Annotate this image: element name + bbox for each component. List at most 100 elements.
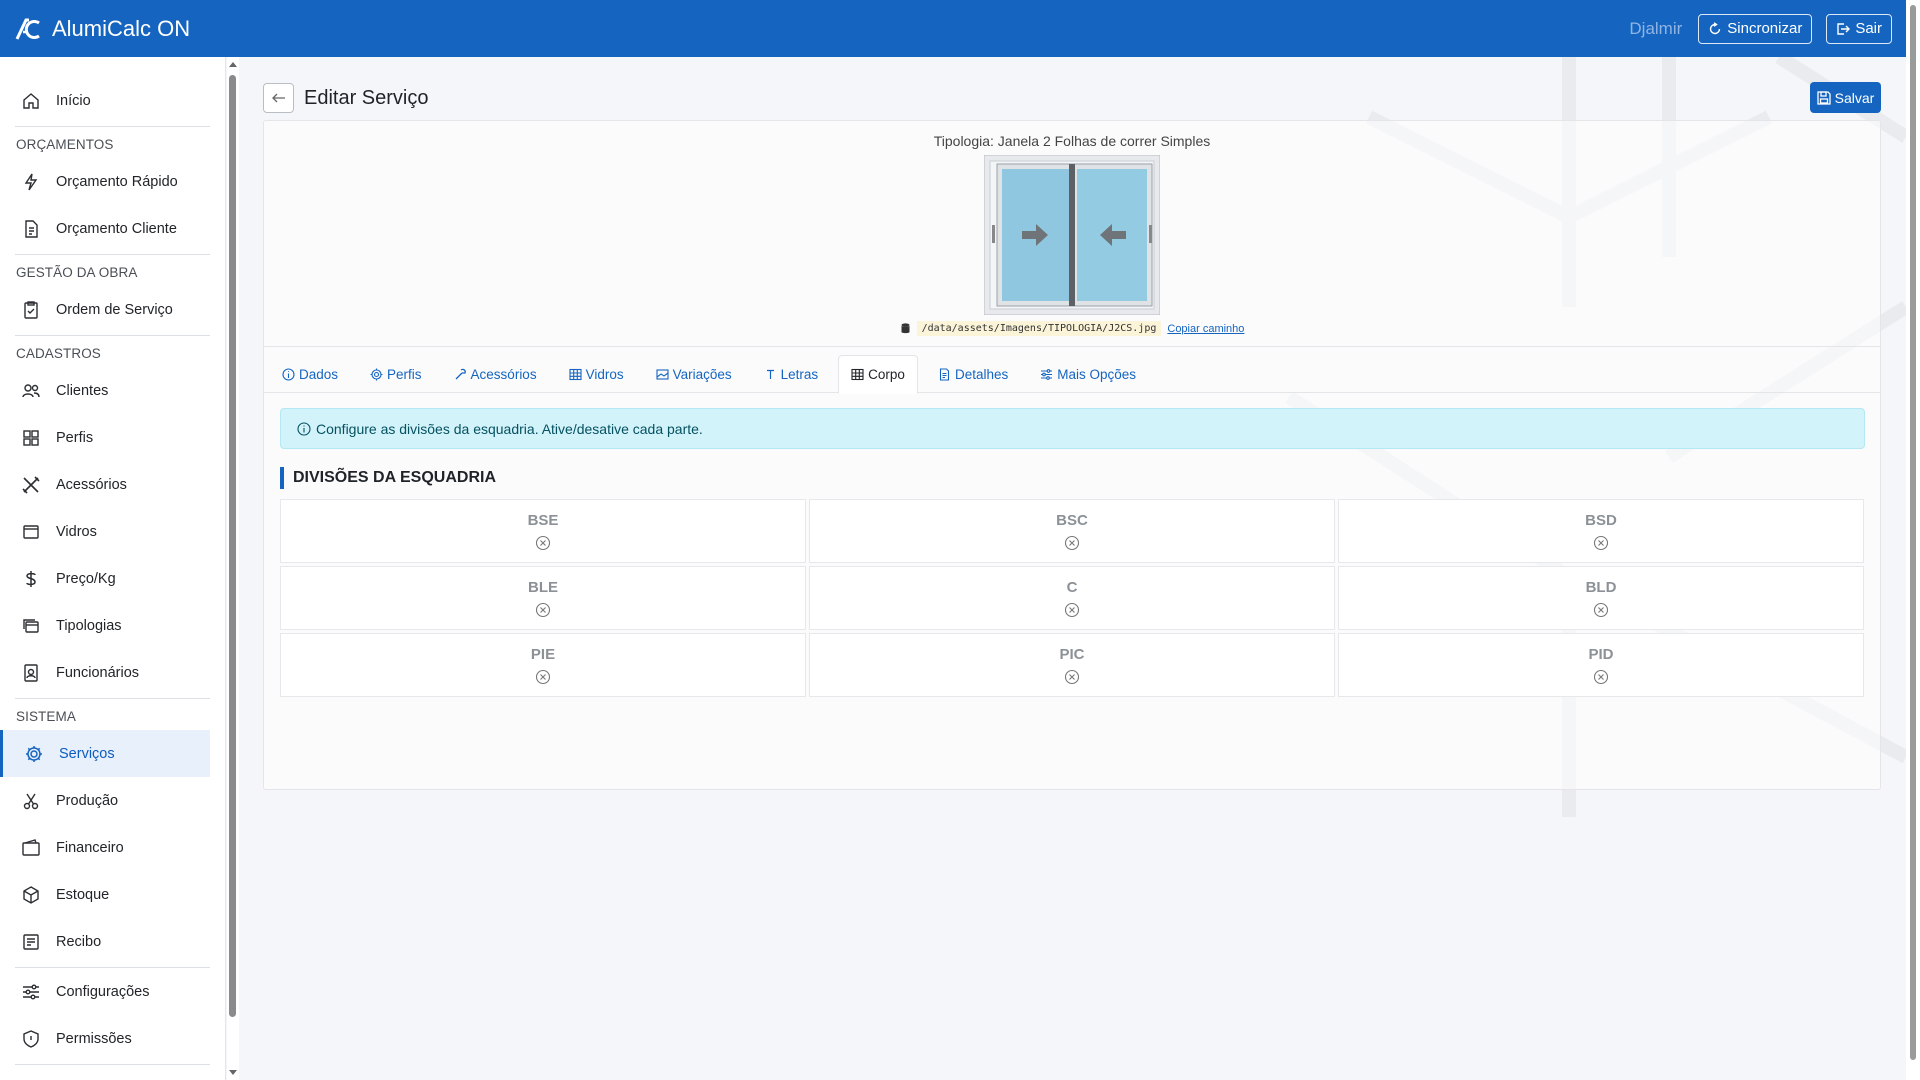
division-cell-bse[interactable]: BSE — [280, 499, 806, 563]
sidebar: Início ORÇAMENTOS Orçamento Rápido Orçam… — [0, 57, 226, 1080]
division-label: PIE — [530, 645, 556, 663]
sidebar-item-recibo[interactable]: Recibo — [0, 918, 210, 965]
page-scrollbar[interactable] — [1906, 0, 1920, 1080]
x-circle-icon — [1593, 602, 1609, 617]
sidebar-item-label: Permissões — [56, 1030, 132, 1047]
back-button[interactable] — [263, 83, 294, 113]
app-title: AlumiCalc ON — [52, 15, 191, 41]
info-text: Configure as divisões da esquadria. Ativ… — [316, 420, 703, 437]
scroll-up-arrow-icon[interactable] — [229, 62, 237, 67]
window-icon — [23, 524, 39, 539]
sidebar-item-ordem-servico[interactable]: Ordem de Serviço — [0, 286, 210, 333]
division-cell-pic[interactable]: PIC — [809, 633, 1335, 697]
sidebar-item-vidros[interactable]: Vidros — [0, 508, 210, 555]
tipologia-preview: Tipologia: Janela 2 Folhas de correr Sim… — [264, 121, 1880, 347]
sidebar-item-funcionarios[interactable]: Funcionários — [0, 649, 210, 696]
tab-label: Vidros — [585, 366, 624, 382]
tipologia-title: Tipologia: Janela 2 Folhas de correr Sim… — [933, 133, 1211, 149]
sidebar-scrollbar[interactable] — [227, 57, 239, 1080]
info-circle-icon — [282, 367, 295, 381]
sidebar-item-permissoes[interactable]: Permissões — [0, 1015, 210, 1062]
sidebar-item-perfis[interactable]: Perfis — [0, 414, 210, 461]
divisions-title: DIVISÕES DA ESQUADRIA — [280, 467, 496, 489]
division-cell-bsc[interactable]: BSC — [809, 499, 1335, 563]
receipt-icon — [23, 933, 39, 950]
section-sistema: SISTEMA — [16, 709, 76, 724]
wrench-icon — [455, 368, 466, 379]
tab-label: Corpo — [868, 367, 905, 382]
sidebar-item-servicos[interactable]: Serviços — [0, 730, 210, 777]
sidebar-item-clientes[interactable]: Clientes — [0, 367, 210, 414]
floppy-disk-icon — [1817, 90, 1831, 105]
save-button[interactable]: Salvar — [1810, 82, 1881, 113]
tab-acessorios[interactable]: Acessórios — [442, 355, 549, 393]
info-alert: Configure as divisões da esquadria. Ativ… — [280, 408, 1865, 449]
tab-vidros[interactable]: Vidros — [557, 355, 636, 393]
tab-dados[interactable]: Dados — [270, 355, 350, 393]
brand[interactable]: AlumiCalc ON — [14, 15, 190, 43]
sidebar-item-orcamento-rapido[interactable]: Orçamento Rápido — [0, 158, 210, 205]
sidebar-scroll-thumb[interactable] — [229, 75, 236, 1017]
division-cell-c[interactable]: C — [809, 566, 1335, 630]
tab-label: Letras — [780, 366, 819, 382]
lightning-icon — [24, 173, 38, 190]
division-label: BLD — [1585, 578, 1617, 596]
tab-label: Mais Opções — [1057, 366, 1137, 382]
info-circle-icon — [297, 421, 311, 436]
x-circle-icon — [535, 602, 551, 617]
window-preview-image — [984, 155, 1160, 315]
main-content: Editar Serviço Salvar Tipologia: Janela … — [239, 57, 1906, 1080]
sidebar-item-label: Configurações — [56, 983, 150, 1000]
division-cell-pid[interactable]: PID — [1338, 633, 1864, 697]
sidebar-item-label: Serviços — [59, 745, 115, 762]
image-path: /data/assets/Imagens/TIPOLOGIA/J2CS.jpg — [916, 321, 1162, 336]
copy-path-link[interactable]: Copiar caminho — [1167, 323, 1244, 335]
sidebar-item-label: Preço/Kg — [56, 570, 116, 587]
wallet-icon — [22, 838, 40, 856]
division-cell-pie[interactable]: PIE — [280, 633, 806, 697]
division-cell-bld[interactable]: BLD — [1338, 566, 1864, 630]
gear-icon — [370, 368, 383, 380]
division-label: BSD — [1585, 511, 1617, 529]
tab-label: Acessórios — [470, 366, 537, 382]
division-cell-bsd[interactable]: BSD — [1338, 499, 1864, 563]
exit-button[interactable]: Sair — [1826, 13, 1892, 44]
badge-icon — [24, 663, 38, 682]
home-icon — [23, 92, 39, 109]
tab-detalhes[interactable]: Detalhes — [926, 355, 1020, 393]
sidebar-item-tipologias[interactable]: Tipologias — [0, 602, 210, 649]
sidebar-item-label: Financeiro — [56, 839, 124, 856]
section-orcamentos: ORÇAMENTOS — [16, 137, 114, 152]
file-text-icon — [939, 367, 950, 381]
sync-button[interactable]: Sincronizar — [1698, 13, 1813, 44]
sidebar-item-label: Clientes — [56, 382, 109, 399]
sidebar-item-preco-kg[interactable]: Preço/Kg — [0, 555, 210, 602]
scroll-down-arrow-icon[interactable] — [229, 1070, 237, 1075]
tab-letras[interactable]: Letras — [752, 355, 831, 393]
sidebar-item-producao[interactable]: Produção — [0, 777, 210, 824]
division-cell-ble[interactable]: BLE — [280, 566, 806, 630]
logout-icon — [1837, 22, 1851, 35]
tab-mais-opcoes[interactable]: Mais Opções — [1028, 355, 1148, 393]
sidebar-item-acessorios[interactable]: Acessórios — [0, 461, 210, 508]
sidebar-item-financeiro[interactable]: Financeiro — [0, 824, 210, 871]
tab-variacoes[interactable]: Variações — [644, 355, 744, 393]
text-icon — [766, 369, 774, 379]
tab-label: Variações — [672, 366, 732, 382]
tab-corpo[interactable]: Corpo — [838, 355, 918, 394]
section-cadastros: CADASTROS — [16, 346, 101, 361]
sidebar-item-label: Vidros — [56, 523, 97, 540]
sliders-icon — [1041, 368, 1053, 380]
sliders-icon — [23, 984, 39, 999]
clipboard-icon — [24, 300, 38, 319]
box-icon — [23, 885, 39, 904]
page-scroll-thumb[interactable] — [1910, 5, 1916, 1060]
sidebar-item-orcamento-cliente[interactable]: Orçamento Cliente — [0, 205, 210, 252]
service-card: Tipologia: Janela 2 Folhas de correr Sim… — [263, 120, 1881, 790]
sidebar-item-inicio[interactable]: Início — [0, 77, 210, 124]
grid-icon — [23, 429, 39, 446]
sidebar-item-label: Acessórios — [56, 476, 127, 493]
tab-perfis[interactable]: Perfis — [358, 355, 434, 393]
sidebar-item-estoque[interactable]: Estoque — [0, 871, 210, 918]
sidebar-item-configuracoes[interactable]: Configurações — [0, 968, 210, 1015]
